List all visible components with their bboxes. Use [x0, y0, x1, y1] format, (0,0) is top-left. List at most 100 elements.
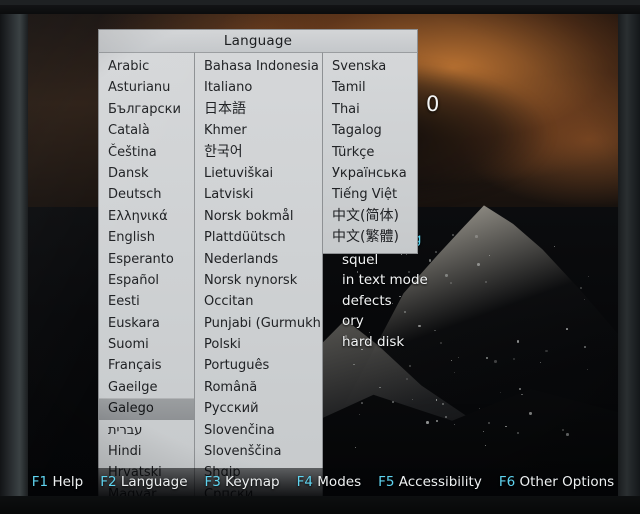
language-option[interactable]: Occitan [195, 291, 322, 312]
wallpaper-speck [561, 428, 564, 431]
language-option[interactable]: Français [99, 355, 194, 376]
function-key-label: Language [120, 474, 188, 490]
language-option[interactable]: Italiano [195, 77, 322, 98]
language-option[interactable]: Punjabi (Gurmukhi) [195, 313, 322, 334]
monitor-bezel-bottom [0, 496, 640, 514]
language-list: Bahasa Indonesia Italiano 日本語 Khmer 한국어 Lietu… [195, 53, 322, 496]
function-key-label: Accessibility [398, 474, 482, 490]
language-option[interactable]: Čeština [99, 142, 194, 163]
language-option[interactable]: Gaeilge [99, 377, 194, 398]
language-option[interactable]: Dansk [99, 163, 194, 184]
function-key-f5[interactable]: F5 Accessibility [378, 474, 482, 490]
language-option[interactable]: Esperanto [99, 249, 194, 270]
language-option[interactable]: Català [99, 120, 194, 141]
language-option[interactable]: Galego [99, 398, 194, 420]
function-key-name: F4 [296, 474, 313, 490]
language-option[interactable]: Español [99, 270, 194, 291]
function-key-f1[interactable]: F1 Help [32, 474, 83, 490]
language-option[interactable]: Română [195, 377, 322, 398]
language-option[interactable]: Asturianu [99, 77, 194, 98]
language-option[interactable]: Deutsch [99, 184, 194, 205]
language-column-1: Arabic Asturianu Български Català Čeština Dan… [98, 52, 195, 496]
language-option[interactable]: Eesti [99, 291, 194, 312]
wallpaper-speck [553, 245, 555, 248]
function-key-name: F6 [498, 474, 516, 490]
language-option[interactable]: 中文(简体) [323, 206, 417, 227]
screen: 0 ut installingsquelin text mode defects… [28, 14, 618, 496]
language-option[interactable]: Polski [195, 334, 322, 355]
monitor-bezel-left [0, 0, 28, 514]
language-column-2: Bahasa Indonesia Italiano 日本語 Khmer 한국어 Lietu… [195, 52, 323, 496]
function-key-f2[interactable]: F2 Language [100, 474, 187, 490]
language-option[interactable]: English [99, 227, 194, 248]
language-columns: Arabic Asturianu Български Català Čeština Dan… [98, 52, 418, 496]
language-option[interactable]: Tamil [323, 77, 417, 98]
function-key-name: F3 [204, 474, 221, 490]
wallpaper-speck [487, 421, 490, 424]
function-key-f3[interactable]: F3 Keymap [205, 474, 280, 490]
wallpaper-speck [435, 419, 438, 422]
wallpaper-speck [441, 402, 444, 405]
function-key-label: Other Options [519, 474, 615, 490]
function-key-name: F1 [31, 474, 49, 490]
function-key-name: F2 [100, 474, 117, 490]
language-option[interactable]: 한국어 [195, 142, 322, 163]
language-option[interactable]: Khmer [195, 120, 322, 141]
language-option[interactable]: Svenska [323, 56, 417, 77]
language-option[interactable]: Українська [323, 163, 417, 184]
language-option[interactable]: Latviski [195, 184, 322, 205]
wallpaper-speck [545, 349, 548, 353]
language-option[interactable]: Euskara [99, 313, 194, 334]
language-option[interactable]: Hindi [99, 441, 194, 462]
wallpaper-speck [521, 393, 523, 396]
function-key-label: Help [52, 474, 84, 490]
language-option[interactable]: עברית [99, 420, 194, 441]
language-option[interactable]: Thai [323, 99, 417, 120]
language-option[interactable]: Lietuviškai [195, 163, 322, 184]
language-option[interactable]: Norsk nynorsk [195, 270, 322, 291]
function-key-name: F5 [378, 474, 395, 490]
wallpaper-speck [478, 407, 480, 409]
wallpaper-speck [586, 368, 588, 370]
wallpaper-speck [512, 357, 515, 360]
language-option[interactable]: Ελληνικά [99, 206, 194, 227]
language-option[interactable]: Nederlands [195, 249, 322, 270]
language-list: Svenska Tamil Thai Tagalog Türkçe Українська T… [323, 53, 417, 253]
language-option[interactable]: 日本語 [195, 99, 322, 120]
wallpaper-speck [583, 345, 586, 348]
wallpaper-speck [499, 392, 501, 394]
wallpaper-speck [453, 371, 455, 373]
language-list: Arabic Asturianu Български Català Čeština Dan… [99, 53, 194, 496]
monitor-bezel-top-edge [0, 0, 640, 5]
function-key-f6[interactable]: F6 Other Options [499, 474, 614, 490]
language-option[interactable]: Български [99, 99, 194, 120]
wallpaper-speck [425, 421, 429, 424]
language-column-3: Svenska Tamil Thai Tagalog Türkçe Українська T… [323, 52, 418, 254]
language-option[interactable]: Português [195, 355, 322, 376]
language-dialog[interactable]: Language Arabic Asturianu Български Català Č… [98, 29, 418, 496]
language-option[interactable]: Plattdüütsch [195, 227, 322, 248]
wallpaper-speck [584, 298, 586, 300]
language-option[interactable]: Tagalog [323, 120, 417, 141]
wallpaper-speck [516, 431, 519, 434]
language-option[interactable]: Arabic [99, 56, 194, 77]
language-dialog-title: Language [98, 29, 418, 52]
language-option[interactable]: Türkçe [323, 142, 417, 163]
language-option[interactable]: Slovenščina [195, 441, 322, 462]
language-option[interactable]: Tiếng Việt [323, 184, 417, 205]
function-key-f4[interactable]: F4 Modes [297, 474, 361, 490]
language-option[interactable]: Slovenčina [195, 420, 322, 441]
wallpaper-speck [529, 412, 532, 415]
function-key-bar: F1 Help F2 Language F3 Keymap F4 Modes F5 Ac… [28, 468, 618, 496]
wallpaper-speck [566, 433, 569, 436]
language-option[interactable]: Suomi [99, 334, 194, 355]
language-option[interactable]: Русский [195, 398, 322, 419]
monitor-photo: 0 ut installingsquelin text mode defects… [0, 0, 640, 514]
function-key-label: Modes [317, 474, 362, 490]
language-option[interactable]: 中文(繁體) [323, 227, 417, 248]
wallpaper-speck [539, 361, 541, 363]
language-option[interactable]: Norsk bokmål [195, 206, 322, 227]
language-option[interactable]: Bahasa Indonesia [195, 56, 322, 77]
background-stray-glyph: 0 [426, 92, 440, 116]
monitor-bezel-right [618, 0, 640, 514]
